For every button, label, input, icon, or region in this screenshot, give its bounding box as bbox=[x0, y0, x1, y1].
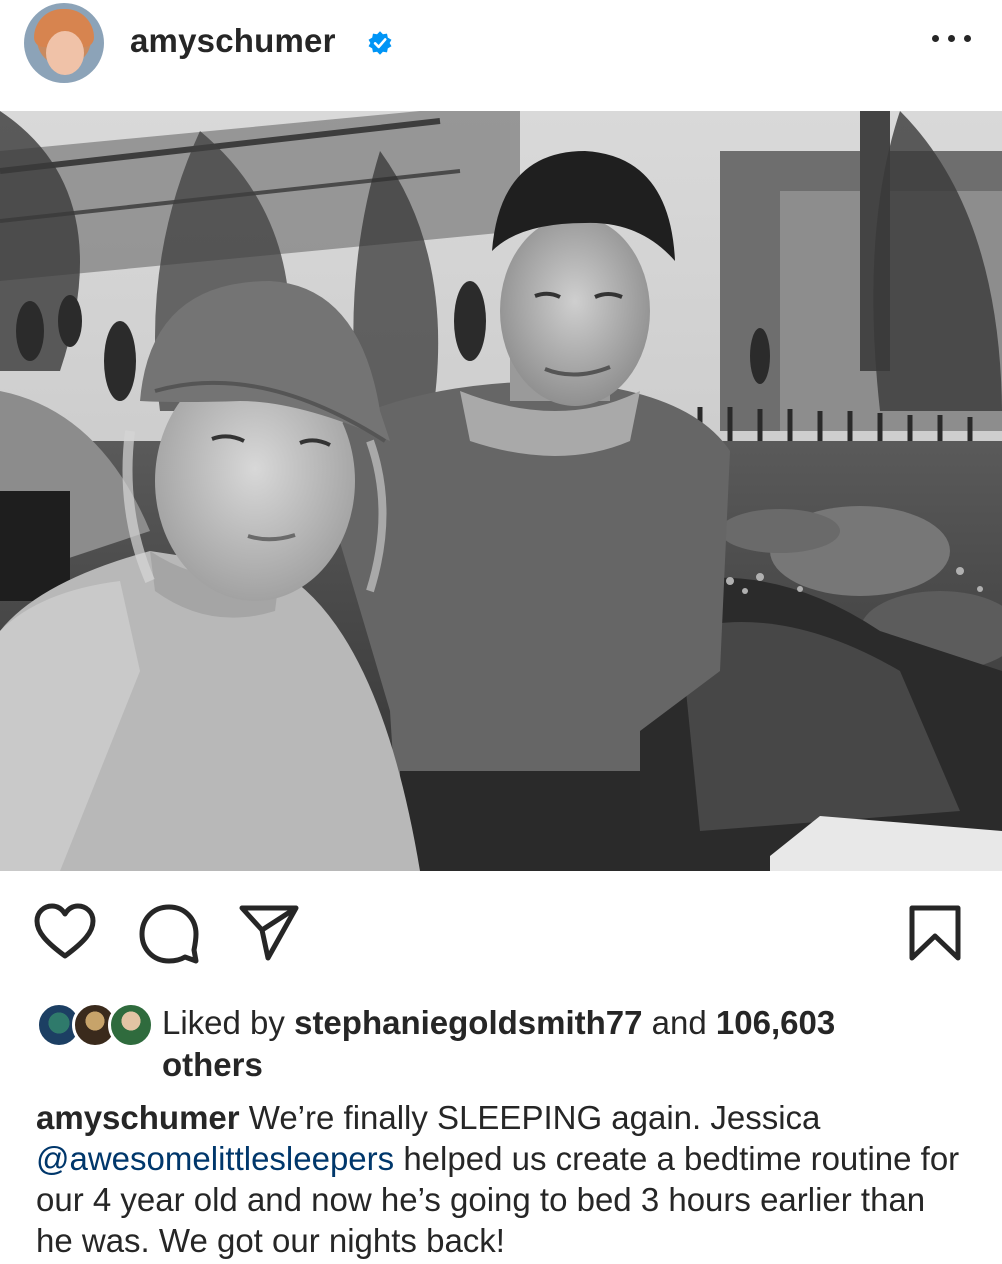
caption-text-1: We’re finally SLEEPING again. Jessica bbox=[239, 1099, 821, 1136]
liker-avatars[interactable] bbox=[36, 1002, 156, 1048]
likes-suffix[interactable]: others bbox=[162, 1046, 263, 1083]
likes-count[interactable]: 106,603 bbox=[716, 1004, 835, 1041]
likes-middle: and bbox=[642, 1004, 716, 1041]
post-username[interactable]: amyschumer bbox=[130, 22, 336, 60]
post-header: amyschumer bbox=[0, 0, 1002, 110]
liker-avatar bbox=[108, 1002, 154, 1048]
caption-mention[interactable]: @awesomelittlesleepers bbox=[36, 1140, 394, 1177]
likes-user[interactable]: stephaniegoldsmith77 bbox=[294, 1004, 642, 1041]
likes-prefix: Liked by bbox=[162, 1004, 295, 1041]
post-caption: amyschumer We’re finally SLEEPING again.… bbox=[36, 1097, 966, 1261]
post-actions bbox=[0, 900, 1002, 970]
send-icon[interactable] bbox=[236, 900, 302, 966]
profile-avatar[interactable] bbox=[24, 3, 104, 83]
more-horizontal-icon[interactable] bbox=[930, 28, 974, 48]
verified-badge-icon bbox=[368, 31, 392, 55]
black-and-white-photo bbox=[0, 111, 1002, 871]
bookmark-icon[interactable] bbox=[902, 900, 968, 966]
heart-icon[interactable] bbox=[32, 900, 98, 966]
post-photo[interactable] bbox=[0, 111, 1002, 871]
caption-author[interactable]: amyschumer bbox=[36, 1099, 240, 1136]
comment-icon[interactable] bbox=[136, 900, 202, 966]
likes-text[interactable]: Liked by stephaniegoldsmith77 and 106,60… bbox=[162, 1002, 982, 1086]
